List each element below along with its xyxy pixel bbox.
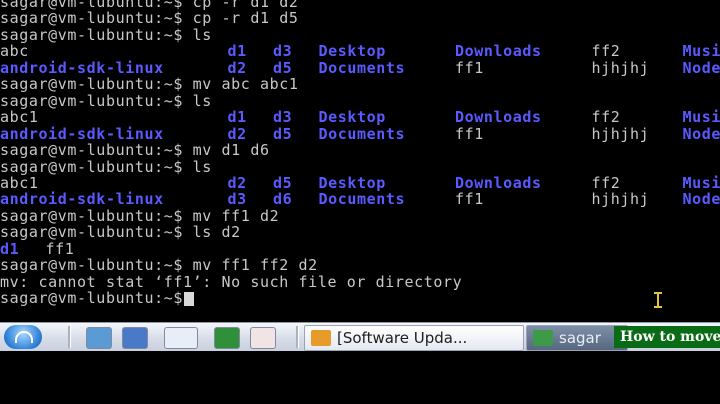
terminal-text: sagar@vm-lubuntu:~$ mv ff1 ff2 d2 [0, 256, 318, 275]
directory-entry: d6 [273, 190, 293, 209]
terminal-text: sagar@vm-lubuntu:~$ mv d1 d6 [0, 141, 270, 160]
directory-entry: Musi [682, 42, 720, 61]
terminal-line: sagar@vm-lubuntu:~$ ls [0, 91, 720, 110]
directory-entry: android-sdk-linux [0, 124, 164, 143]
terminal-line: abc1 d2 d5 Desktop Downloads ff2 Musi [0, 173, 720, 192]
directory-entry: Desktop [318, 42, 386, 61]
terminal-line: d1 ff1 [0, 239, 720, 258]
directory-entry: Desktop [318, 108, 386, 127]
directory-entry: Node [682, 124, 720, 143]
directory-entry: d5 [273, 173, 293, 192]
terminal-text: abc1 [0, 108, 39, 127]
terminal-text: mv: cannot stat ‘ff1’: No such file or d… [0, 272, 463, 291]
directory-entry: d5 [273, 58, 293, 77]
terminal-cursor [184, 292, 194, 307]
terminal-line: sagar@vm-lubuntu:~$ ls d2 [0, 223, 720, 242]
terminal-text: hjhjhj [591, 190, 650, 209]
taskbar-separator [68, 326, 71, 348]
task-label: [Software Upda... [337, 329, 468, 347]
terminal-text: ff1 [45, 239, 75, 258]
directory-entry: d3 [273, 42, 293, 61]
directory-entry: Documents [318, 190, 406, 209]
terminal-line: android-sdk-linux d2 d5 Documents ff1 hjhjhj N… [0, 124, 720, 143]
terminal-text: hjhjhj [591, 124, 650, 143]
directory-entry: d2 [227, 124, 247, 143]
directory-entry: Documents [318, 124, 406, 143]
task-terminal[interactable]: sagar [526, 325, 628, 351]
terminal-text: ff1 [455, 58, 484, 77]
directory-entry: Documents [318, 58, 406, 77]
directory-entry: Downloads [455, 108, 542, 127]
blank-app-icon[interactable] [250, 327, 276, 349]
software-updater-icon [311, 330, 331, 346]
terminal-text: sagar@vm-lubuntu:~$ mv ff1 d2 [0, 206, 280, 225]
terminal-text: ff2 [591, 173, 621, 192]
terminal-line: android-sdk-linux d2 d5 Documents ff1 hjhjhj N… [0, 58, 720, 77]
terminal-text: sagar@vm-lubuntu:~$ ls [0, 91, 212, 110]
terminal-line: mv: cannot stat ‘ff1’: No such file or d… [0, 272, 720, 291]
terminal-text: sagar@vm-lubuntu:~$ [0, 289, 193, 308]
terminal-text: ff1 [455, 124, 484, 143]
directory-entry: d3 [273, 108, 293, 127]
terminal-line: sagar@vm-lubuntu:~$ ls [0, 157, 720, 176]
directory-entry: d1 [0, 239, 20, 258]
directory-entry: Node [682, 190, 720, 209]
directory-entry: d3 [227, 190, 247, 209]
directory-entry: d2 [227, 173, 247, 192]
terminal-line: sagar@vm-lubuntu:~$ cp -r d1 d5 [0, 9, 720, 28]
terminal-line: sagar@vm-lubuntu:~$ ls [0, 25, 720, 44]
directory-entry: Downloads [455, 42, 542, 61]
terminal-text: sagar@vm-lubuntu:~$ mv abc abc1 [0, 75, 299, 94]
terminal-text: sagar@vm-lubuntu:~$ ls [0, 157, 212, 176]
terminal-line: sagar@vm-lubuntu:~$ mv ff1 ff2 d2 [0, 256, 720, 275]
terminal-text: hjhjhj [591, 58, 650, 77]
text-cursor-icon [654, 292, 662, 308]
terminal-text: sagar@vm-lubuntu:~$ cp -r d1 d5 [0, 9, 299, 28]
terminal-window[interactable]: sagar@vm-lubuntu:~$ cp -r d1 d2 sagar@vm-… [0, 0, 720, 320]
terminal-line: sagar@vm-lubuntu:~$ mv d1 d6 [0, 141, 720, 160]
directory-entry: d1 [227, 42, 247, 61]
terminal-text: sagar@vm-lubuntu:~$ ls [0, 25, 212, 44]
terminal-icon [533, 330, 553, 346]
start-menu-icon[interactable] [4, 325, 42, 349]
directory-entry: Musi [682, 173, 720, 192]
file-manager-icon[interactable] [86, 327, 112, 349]
directory-entry: android-sdk-linux [0, 58, 164, 77]
terminal-line: abc d1 d3 Desktop Downloads ff2 Musi [0, 42, 720, 61]
terminal-line: sagar@vm-lubuntu:~$ mv ff1 d2 [0, 206, 720, 225]
terminal-text: ff1 [455, 190, 484, 209]
terminal-line: sagar@vm-lubuntu:~$ mv abc abc1 [0, 75, 720, 94]
task-software-updater[interactable]: [Software Upda... [304, 325, 524, 351]
directory-entry: Node [682, 58, 720, 77]
terminal-text: ff2 [591, 108, 621, 127]
terminal-text: ff2 [591, 42, 621, 61]
terminal-line: abc1 d1 d3 Desktop Downloads ff2 Musi [0, 108, 720, 127]
terminal-text: abc [0, 42, 29, 61]
terminal-line: sagar@vm-lubuntu:~$ [0, 289, 720, 308]
browser-icon[interactable] [164, 327, 198, 349]
directory-entry: Desktop [318, 173, 386, 192]
show-desktop-icon[interactable] [122, 327, 148, 349]
taskbar-separator [296, 326, 299, 348]
directory-entry: Musi [682, 108, 720, 127]
directory-entry: d1 [227, 108, 247, 127]
terminal-line: android-sdk-linux d3 d6 Documents ff1 hjhjhj N… [0, 190, 720, 209]
task-label: sagar [559, 329, 601, 347]
terminal-icon[interactable] [214, 327, 240, 349]
directory-entry: android-sdk-linux [0, 190, 164, 209]
taskbar: [Software Upda... sagar [0, 322, 720, 351]
terminal-text: abc1 [0, 173, 39, 192]
terminal-text: sagar@vm-lubuntu:~$ ls d2 [0, 223, 241, 242]
directory-entry: d2 [227, 58, 247, 77]
directory-entry: d5 [273, 124, 293, 143]
video-caption: How to move [614, 326, 720, 348]
directory-entry: Downloads [455, 173, 542, 192]
